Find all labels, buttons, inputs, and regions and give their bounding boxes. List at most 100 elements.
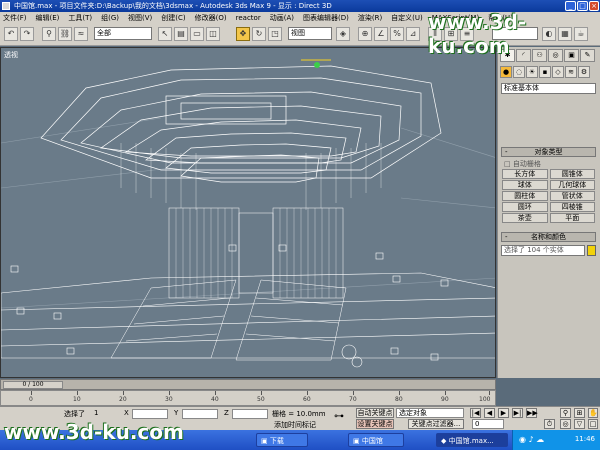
snap-toggle-icon[interactable]: ∠	[374, 27, 388, 41]
redo-icon[interactable]: ↷	[20, 27, 34, 41]
bind-space-warp-icon[interactable]: ≈	[74, 27, 88, 41]
grid-size: 栅格 = 10.0mm	[272, 410, 326, 418]
menu-group[interactable]: 组(G)	[101, 13, 119, 23]
key-filters-button[interactable]: 关键点过滤器...	[408, 419, 464, 429]
time-slider-knob[interactable]: 0 / 100	[3, 381, 63, 389]
rotate-icon[interactable]: ↻	[252, 27, 266, 41]
z-label: Z	[224, 409, 229, 417]
menu-tools[interactable]: 工具(T)	[68, 13, 92, 23]
menu-modifiers[interactable]: 修改器(O)	[195, 13, 227, 23]
prev-frame-icon[interactable]: ◀	[484, 408, 495, 418]
menu-rendering[interactable]: 渲染(R)	[358, 13, 382, 23]
menu-views[interactable]: 视图(V)	[128, 13, 152, 23]
tick	[77, 391, 78, 395]
task-item-active[interactable]: ◆ 中国馆.max...	[436, 433, 508, 447]
y-coord-field[interactable]	[182, 409, 218, 419]
cylinder-button[interactable]: 圆柱体	[502, 191, 548, 201]
fov-icon[interactable]: ▽	[574, 419, 585, 429]
menu-reactor[interactable]: reactor	[236, 14, 261, 22]
box-button[interactable]: 长方体	[502, 169, 548, 179]
cameras-icon[interactable]: ▪	[539, 66, 551, 78]
selection-filter-dropdown[interactable]: 全部	[94, 27, 152, 40]
pyramid-button[interactable]: 四棱锥	[549, 202, 595, 212]
perspective-viewport[interactable]: 透视	[0, 47, 496, 378]
task-item[interactable]: ▣ 下载	[256, 433, 308, 447]
viewport-label[interactable]: 透视	[4, 50, 18, 60]
torus-button[interactable]: 圆环	[502, 202, 548, 212]
undo-icon[interactable]: ↶	[4, 27, 18, 41]
sphere-button[interactable]: 球体	[502, 180, 548, 190]
tick-label: 30	[165, 396, 173, 403]
menu-file[interactable]: 文件(F)	[3, 13, 27, 23]
tick	[445, 391, 446, 395]
object-color-swatch[interactable]	[587, 245, 596, 256]
pan-icon[interactable]: ✋	[588, 408, 598, 418]
tick	[261, 391, 262, 395]
key-icon: ⊶	[334, 411, 344, 422]
plane-button[interactable]: 平面	[549, 213, 595, 223]
helpers-icon[interactable]: ◇	[552, 66, 564, 78]
angle-snap-icon[interactable]: %	[390, 27, 404, 41]
selection-set-dropdown[interactable]: 选定对象	[396, 408, 464, 418]
goto-start-icon[interactable]: |◀	[470, 408, 481, 418]
folder-icon: ▣	[353, 437, 362, 445]
wireframe-scene	[1, 59, 495, 368]
current-frame-field[interactable]: 0	[472, 419, 504, 429]
name-color-rollout[interactable]: - 名称和颜色	[501, 232, 596, 242]
select-manipulate-icon[interactable]: ⊕	[358, 27, 372, 41]
tick	[123, 391, 124, 395]
zoom-all-icon[interactable]: ⊞	[574, 408, 585, 418]
geometry-icon[interactable]: ●	[500, 66, 512, 78]
category-dropdown[interactable]: 标准基本体	[501, 83, 596, 94]
selected-label: 选择了	[64, 410, 85, 418]
window-crossing-icon[interactable]: ◫	[206, 27, 220, 41]
autogrid-checkbox[interactable]: □ 自动栅格	[504, 159, 541, 169]
select-link-icon[interactable]: ⚲	[42, 27, 56, 41]
auto-key-button[interactable]: 自动关键点	[356, 408, 394, 418]
tick-label: 20	[119, 396, 127, 403]
play-icon[interactable]: ▶	[498, 408, 509, 418]
orbit-icon[interactable]: ◎	[560, 419, 571, 429]
add-time-tag[interactable]: 添加时间标记	[274, 420, 316, 430]
goto-end-icon[interactable]: ▶▶	[526, 408, 538, 418]
x-coord-field[interactable]	[132, 409, 168, 419]
tick	[31, 391, 32, 395]
pivot-center-icon[interactable]: ◈	[336, 27, 350, 41]
tick	[169, 391, 170, 395]
tube-button[interactable]: 管状体	[549, 191, 595, 201]
tray-icons[interactable]: ◉ ♪ ☁	[519, 435, 544, 444]
object-type-rollout[interactable]: - 对象类型	[501, 147, 596, 157]
shapes-icon[interactable]: ◌	[513, 66, 525, 78]
teapot-button[interactable]: 茶壶	[502, 213, 548, 223]
unlink-icon[interactable]: ⛓	[58, 27, 72, 41]
geosphere-button[interactable]: 几何球体	[549, 180, 595, 190]
reference-coord-dropdown[interactable]: 视图	[288, 27, 332, 40]
maximize-viewport-icon[interactable]: □	[588, 419, 598, 429]
task-item[interactable]: ▣ 中国馆	[348, 433, 404, 447]
time-slider[interactable]: 0 / 100	[0, 379, 496, 390]
next-frame-icon[interactable]: ▶|	[512, 408, 523, 418]
menu-animation[interactable]: 动画(A)	[270, 13, 294, 23]
menu-customize[interactable]: 自定义(U)	[391, 13, 423, 23]
menu-graph-editors[interactable]: 图表编辑器(D)	[303, 13, 349, 23]
move-icon[interactable]: ✥	[236, 27, 250, 41]
time-config-icon[interactable]: ⏱	[544, 419, 555, 429]
scale-icon[interactable]: ◳	[268, 27, 282, 41]
set-key-button[interactable]: 设置关键点	[356, 419, 394, 429]
track-bar[interactable]: 0 10 20 30 40 50 60 70 80 90 100	[0, 390, 496, 406]
cone-button[interactable]: 圆锥体	[549, 169, 595, 179]
lights-icon[interactable]: ☀	[526, 66, 538, 78]
tick-label: 80	[395, 396, 403, 403]
percent-snap-icon[interactable]: ⊿	[406, 27, 420, 41]
menu-create[interactable]: 创建(C)	[161, 13, 185, 23]
zoom-icon[interactable]: ⚲	[560, 408, 571, 418]
object-name-field[interactable]: 选择了 104 个实体	[501, 245, 585, 256]
tick-label: 40	[211, 396, 219, 403]
select-object-icon[interactable]: ↖	[158, 27, 172, 41]
space-warps-icon[interactable]: ≋	[565, 66, 577, 78]
rectangular-region-icon[interactable]: ▭	[190, 27, 204, 41]
systems-icon[interactable]: ⚙	[578, 66, 590, 78]
select-by-name-icon[interactable]: ▤	[174, 27, 188, 41]
z-coord-field[interactable]	[232, 409, 268, 419]
menu-edit[interactable]: 编辑(E)	[36, 13, 60, 23]
